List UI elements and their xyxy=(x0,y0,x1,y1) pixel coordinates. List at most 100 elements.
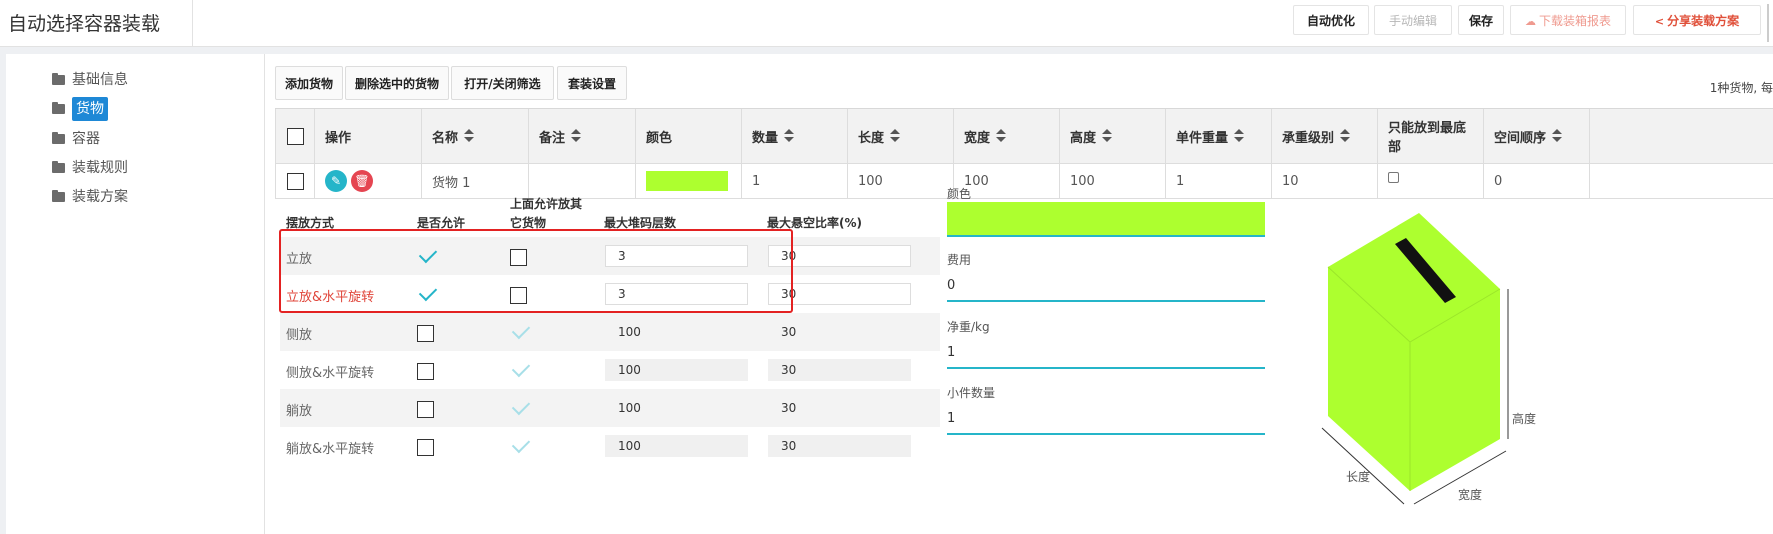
placement-label: 侧放&水平旋转 xyxy=(286,366,375,381)
max-layers-input: 100 xyxy=(618,325,641,339)
cell-space-order[interactable]: 0 xyxy=(1484,164,1590,199)
cell-load-level[interactable]: 10 xyxy=(1272,164,1378,199)
header-extra xyxy=(1590,109,1773,164)
header-height[interactable]: 高度 xyxy=(1060,109,1166,164)
header-load-level[interactable]: 承重级别 xyxy=(1272,109,1378,164)
header-actions: 操作 xyxy=(315,109,422,164)
sort-icon[interactable] xyxy=(996,129,1007,143)
cell-bottom-only xyxy=(1378,164,1484,199)
header-quantity[interactable]: 数量 xyxy=(742,109,848,164)
cell-length[interactable]: 100 xyxy=(848,164,954,199)
share-icon: < xyxy=(1654,15,1665,28)
header-select-cell xyxy=(275,109,315,164)
sidebar-item-label: 货物 xyxy=(72,97,108,121)
cost-underline xyxy=(947,300,1265,302)
sort-icon[interactable] xyxy=(571,129,582,143)
allowed-checkbox[interactable] xyxy=(417,325,434,342)
header-note[interactable]: 备注 xyxy=(529,109,636,164)
row-checkbox[interactable] xyxy=(286,172,304,190)
header-label: 承重级别 xyxy=(1282,130,1335,146)
color-label: 颜色 xyxy=(947,187,972,201)
cell-name[interactable]: 货物 1 xyxy=(422,164,529,199)
edit-icon[interactable]: ✎ xyxy=(325,170,347,192)
header-label: 单件重量 xyxy=(1176,130,1229,146)
cell-height[interactable]: 100 xyxy=(1060,164,1166,199)
stack-on-top-check-icon xyxy=(511,358,531,378)
cell-note[interactable] xyxy=(529,164,636,199)
manual-edit-button[interactable]: 手动编辑 xyxy=(1374,5,1452,35)
header-label: 数量 xyxy=(752,130,779,146)
folder-icon xyxy=(52,132,65,144)
title-divider xyxy=(192,0,193,46)
packing-settings-button[interactable]: 套装设置 xyxy=(557,66,627,100)
max-overhang-input: 30 xyxy=(781,401,797,415)
header-space-order[interactable]: 空间顺序 xyxy=(1484,109,1590,164)
header-bottom-only: 只能放到最底部 xyxy=(1378,109,1484,164)
sidebar-item-container[interactable]: 容器 xyxy=(52,126,100,152)
save-button[interactable]: 保存 xyxy=(1458,5,1504,35)
select-all-checkbox[interactable] xyxy=(286,127,304,145)
header-width[interactable]: 宽度 xyxy=(954,109,1060,164)
allowed-checkbox[interactable] xyxy=(417,439,434,456)
add-cargo-button[interactable]: 添加货物 xyxy=(275,66,343,100)
cell-unit-weight[interactable]: 1 xyxy=(1166,164,1272,199)
height-label: 高度 xyxy=(1512,411,1536,426)
header-color: 颜色 xyxy=(636,109,742,164)
header-label: 长度 xyxy=(858,130,885,146)
sort-icon[interactable] xyxy=(1234,129,1245,143)
header-length[interactable]: 长度 xyxy=(848,109,954,164)
download-report-button[interactable]: ☁ 下载装箱报表 xyxy=(1510,5,1626,35)
sidebar-item-loading-rules[interactable]: 装载规则 xyxy=(52,155,128,181)
delete-icon[interactable]: 🗑 xyxy=(351,170,373,192)
small-count-underline xyxy=(947,433,1265,435)
cargo-table: 操作 名称 备注 颜色 数量 长度 宽度 高度 单件重量 承重级别 只能放到最底… xyxy=(275,108,1773,199)
net-weight-label: 净重/kg xyxy=(947,320,990,334)
color-underline xyxy=(947,235,1265,237)
delete-selected-button[interactable]: 删除选中的货物 xyxy=(345,66,449,100)
sidebar-item-basic-info[interactable]: 基础信息 xyxy=(52,67,128,93)
folder-icon xyxy=(52,161,65,173)
sidebar-item-cargo[interactable]: 货物 xyxy=(52,96,108,122)
sort-icon[interactable] xyxy=(1340,129,1351,143)
header-label: 空间顺序 xyxy=(1494,130,1547,146)
header-label: 备注 xyxy=(539,130,566,146)
row-select-cell xyxy=(275,164,315,199)
placement-label: 躺放 xyxy=(286,404,313,419)
sort-icon[interactable] xyxy=(784,129,795,143)
bottom-only-checkbox[interactable] xyxy=(1388,172,1399,183)
highlight-box xyxy=(279,229,793,313)
row-actions: ✎ 🗑 xyxy=(315,164,422,199)
sidebar-item-label: 装载方案 xyxy=(72,189,128,205)
max-layers-input: 100 xyxy=(605,435,748,457)
folder-icon xyxy=(52,190,65,202)
sidebar: 基础信息 货物 容器 装载规则 装载方案 xyxy=(6,54,265,534)
header-label: 宽度 xyxy=(964,130,991,146)
cell-color[interactable] xyxy=(636,164,742,199)
placement-row: 躺放&水平旋转 100 30 xyxy=(280,427,940,465)
max-layers-input: 100 xyxy=(618,401,641,415)
window-edge xyxy=(1767,4,1769,42)
sort-icon[interactable] xyxy=(1552,129,1563,143)
header-unit-weight[interactable]: 单件重量 xyxy=(1166,109,1272,164)
sort-icon[interactable] xyxy=(890,129,901,143)
header-name[interactable]: 名称 xyxy=(422,109,529,164)
placement-row: 躺放 100 30 xyxy=(280,389,940,427)
cost-field[interactable]: 0 xyxy=(947,278,955,293)
stack-on-top-check-icon xyxy=(511,396,531,416)
header-label: 高度 xyxy=(1070,130,1097,146)
share-plan-button[interactable]: < 分享装载方案 xyxy=(1633,5,1761,35)
small-count-field[interactable]: 1 xyxy=(947,411,955,426)
auto-optimize-button[interactable]: 自动优化 xyxy=(1293,5,1369,35)
sort-icon[interactable] xyxy=(464,129,475,143)
max-overhang-input: 30 xyxy=(768,359,911,381)
allowed-checkbox[interactable] xyxy=(417,363,434,380)
net-weight-field[interactable]: 1 xyxy=(947,345,955,360)
allowed-checkbox[interactable] xyxy=(417,401,434,418)
cell-quantity[interactable]: 1 xyxy=(742,164,848,199)
color-field[interactable] xyxy=(947,202,1265,235)
toggle-filter-button[interactable]: 打开/关闭筛选 xyxy=(451,66,554,100)
cell-extra xyxy=(1590,164,1773,199)
sort-icon[interactable] xyxy=(1102,129,1113,143)
max-layers-input: 100 xyxy=(605,359,748,381)
sidebar-item-loading-plan[interactable]: 装载方案 xyxy=(52,184,128,210)
